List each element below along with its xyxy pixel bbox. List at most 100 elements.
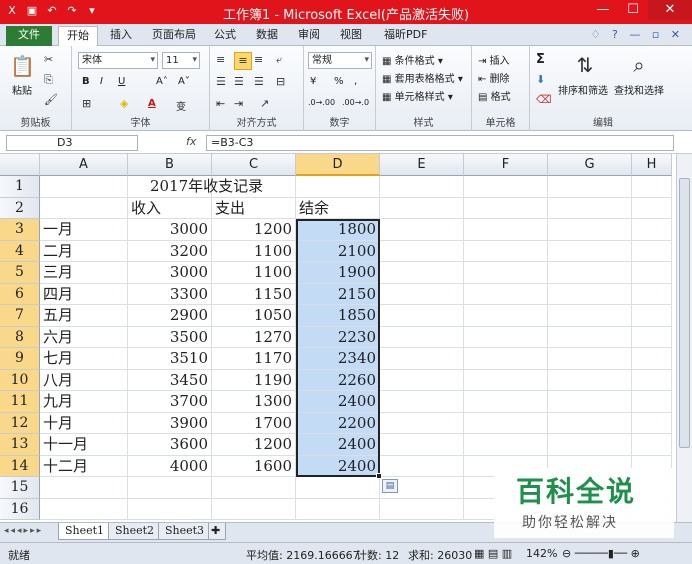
row-header-5[interactable]: 5 <box>0 262 40 284</box>
insert-sheet-icon[interactable]: ✚ <box>208 523 226 540</box>
comma-button[interactable]: , <box>354 76 357 87</box>
balance-cell[interactable]: 2400 <box>296 391 380 413</box>
row-header-10[interactable]: 10 <box>0 369 40 391</box>
cell[interactable] <box>548 219 632 241</box>
income-cell[interactable]: 2900 <box>128 305 212 327</box>
month-cell[interactable]: 六月 <box>40 326 128 348</box>
tab-review[interactable]: 审阅 <box>290 26 328 46</box>
balance-cell[interactable]: 2200 <box>296 412 380 434</box>
expense-cell[interactable]: 1100 <box>212 262 296 284</box>
income-cell[interactable]: 3500 <box>128 326 212 348</box>
balance-cell[interactable]: 2150 <box>296 283 380 305</box>
font-name-select[interactable]: 宋体 <box>78 52 158 69</box>
align-left-icon[interactable]: ☰ <box>216 74 226 90</box>
tab-page-layout[interactable]: 页面布局 <box>144 26 204 46</box>
cell[interactable] <box>296 176 380 198</box>
cut-icon[interactable]: ✂ <box>44 52 53 68</box>
income-cell[interactable]: 3000 <box>128 219 212 241</box>
currency-button[interactable]: ¥ <box>310 76 316 87</box>
cell[interactable] <box>128 477 212 499</box>
cell[interactable] <box>212 498 296 520</box>
cell[interactable] <box>632 369 672 391</box>
balance-cell[interactable]: 1800 <box>296 219 380 241</box>
cell[interactable] <box>212 477 296 499</box>
sheet-tab-sheet3[interactable]: Sheet3 <box>158 523 212 540</box>
cell[interactable] <box>632 326 672 348</box>
tab-view[interactable]: 视图 <box>332 26 370 46</box>
cell[interactable] <box>40 498 128 520</box>
cell[interactable] <box>464 326 548 348</box>
formula-input[interactable]: =B3-C3 <box>206 135 674 151</box>
merge-center-icon[interactable]: ⊟ <box>276 74 285 90</box>
auto-fill-options-icon[interactable]: ▤ <box>382 479 398 493</box>
cell[interactable] <box>632 283 672 305</box>
cell[interactable] <box>632 412 672 434</box>
sort-filter-icon[interactable]: ⇅ <box>572 52 598 78</box>
close-button[interactable]: ✕ <box>648 0 692 20</box>
zoom-slider[interactable]: ⊖ ─────▮── ⊕ <box>562 547 640 560</box>
cell[interactable] <box>380 434 464 456</box>
row-header-2[interactable]: 2 <box>0 197 40 219</box>
zoom-level[interactable]: 142% <box>526 547 557 560</box>
tab-formulas[interactable]: 公式 <box>206 26 244 46</box>
expense-cell[interactable]: 1200 <box>212 434 296 456</box>
cell[interactable] <box>464 369 548 391</box>
fx-icon[interactable]: fx <box>186 135 196 148</box>
vertical-scrollbar[interactable] <box>676 154 692 522</box>
month-cell[interactable]: 二月 <box>40 240 128 262</box>
align-right-icon[interactable]: ☰ <box>254 74 264 90</box>
italic-button[interactable]: I <box>100 76 103 87</box>
row-header-14[interactable]: 14 <box>0 455 40 477</box>
row-header-13[interactable]: 13 <box>0 434 40 456</box>
align-center-icon[interactable]: ☰ <box>234 74 244 90</box>
shrink-font-button[interactable]: A˅ <box>178 76 190 87</box>
column-header-c[interactable]: C <box>212 154 296 176</box>
column-header-g[interactable]: G <box>548 154 632 176</box>
row-header-3[interactable]: 3 <box>0 219 40 241</box>
sheet-title-cell[interactable]: 2017年收支记录 <box>128 176 263 198</box>
cell[interactable] <box>632 240 672 262</box>
cell[interactable] <box>380 176 464 198</box>
cell[interactable] <box>40 197 128 219</box>
underline-button[interactable]: U <box>118 76 125 87</box>
cell[interactable] <box>380 412 464 434</box>
column-header-f[interactable]: F <box>464 154 548 176</box>
phonetic-button[interactable]: 变 <box>176 98 186 113</box>
align-bottom-icon[interactable]: ≡ <box>254 52 263 68</box>
row-header-1[interactable]: 1 <box>0 176 40 198</box>
minimize-button[interactable]: — <box>588 0 618 20</box>
decrease-indent-icon[interactable]: ⇤ <box>216 96 225 112</box>
month-cell[interactable]: 三月 <box>40 262 128 284</box>
border-icon[interactable]: ⊞ <box>82 96 91 112</box>
format-painter-icon[interactable]: 🖌 <box>44 92 58 108</box>
tab-file[interactable]: 文件 <box>6 26 52 46</box>
format-cells-button[interactable]: ▤ 格式 <box>478 88 511 103</box>
column-header-h[interactable]: H <box>632 154 672 176</box>
name-box[interactable]: D3 <box>6 135 138 151</box>
month-cell[interactable]: 十月 <box>40 412 128 434</box>
cell[interactable] <box>464 262 548 284</box>
conditional-format-button[interactable]: ▦ 条件格式 ▾ <box>382 52 443 67</box>
month-cell[interactable]: 七月 <box>40 348 128 370</box>
row-header-15[interactable]: 15 <box>0 477 40 499</box>
cell[interactable] <box>464 197 548 219</box>
cell[interactable] <box>548 412 632 434</box>
balance-cell[interactable]: 2100 <box>296 240 380 262</box>
autosum-button[interactable]: Σ <box>536 52 545 67</box>
fill-icon[interactable]: ⬇ <box>536 72 545 88</box>
cell[interactable] <box>380 262 464 284</box>
cell[interactable] <box>380 369 464 391</box>
balance-cell[interactable]: 1850 <box>296 305 380 327</box>
cell[interactable] <box>548 283 632 305</box>
number-format-select[interactable]: 常规 <box>308 52 372 69</box>
income-cell[interactable]: 3200 <box>128 240 212 262</box>
row-header-7[interactable]: 7 <box>0 305 40 327</box>
row-header-6[interactable]: 6 <box>0 283 40 305</box>
cell[interactable] <box>548 240 632 262</box>
expense-cell[interactable]: 1190 <box>212 369 296 391</box>
select-all-corner[interactable] <box>0 154 40 176</box>
balance-cell[interactable]: 1900 <box>296 262 380 284</box>
cell[interactable] <box>380 498 464 520</box>
income-cell[interactable]: 3700 <box>128 391 212 413</box>
row-header-11[interactable]: 11 <box>0 391 40 413</box>
